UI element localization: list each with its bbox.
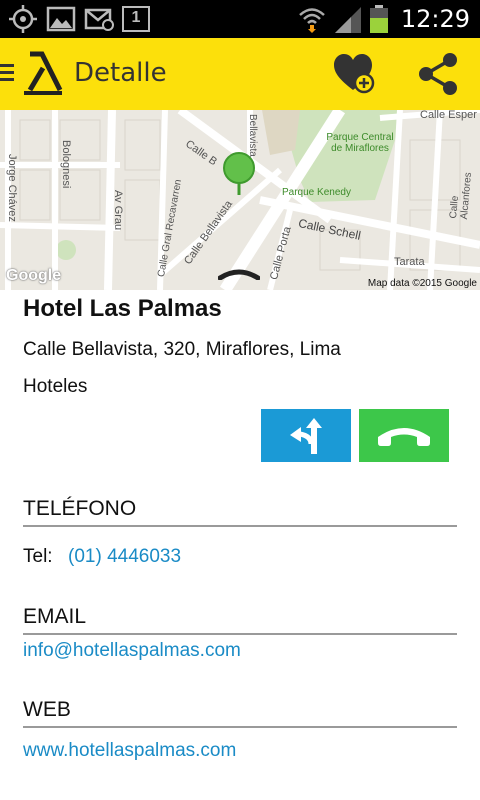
share-icon[interactable] xyxy=(416,52,460,96)
map-street-label: Tarata xyxy=(394,256,425,268)
drawer-menu-icon[interactable] xyxy=(0,62,14,84)
phone-label: Tel: xyxy=(23,546,53,567)
directions-icon xyxy=(290,417,322,454)
map-place-label: Parque Central de Miraflores xyxy=(326,132,394,154)
map-street-label: Jorge Chávez xyxy=(6,154,18,222)
call-button[interactable] xyxy=(359,409,449,462)
add-favorite-heart-icon[interactable] xyxy=(332,52,378,96)
map-street-label: Calle Esper xyxy=(420,110,477,121)
map-street-label: Av Grau xyxy=(112,190,124,231)
status-time: 12:29 xyxy=(400,5,470,33)
map-street-label: Bellavista xyxy=(247,114,258,157)
battery-icon xyxy=(369,5,388,33)
google-logo: Google xyxy=(6,267,62,284)
status-bar: 1 12:29 xyxy=(0,0,480,38)
app-bar: Detalle xyxy=(0,38,480,110)
map-credit: Map data ©2015 Google xyxy=(367,278,477,289)
map-street-label: Bolognesi xyxy=(60,140,72,189)
place-address: Calle Bellavista, 320, Miraflores, Lima xyxy=(23,339,341,360)
page-title: Detalle xyxy=(74,58,167,88)
gps-icon xyxy=(9,5,37,33)
signal-icon xyxy=(334,7,361,33)
calendar-day: 1 xyxy=(131,9,141,26)
calendar-icon: 1 xyxy=(122,6,150,32)
phone-link[interactable]: (01) 4446033 xyxy=(68,546,181,568)
gallery-icon xyxy=(46,6,76,32)
email-section-header: EMAIL xyxy=(23,605,457,635)
place-name: Hotel Las Palmas xyxy=(23,295,222,322)
directions-button[interactable] xyxy=(261,409,351,462)
phone-handset-icon xyxy=(378,427,430,446)
map-place-label: Parque Kenedy xyxy=(282,187,351,198)
email-notification-icon xyxy=(84,8,114,31)
status-bar-system: 12:29 xyxy=(297,0,470,38)
status-bar-notifications: 1 xyxy=(8,4,150,34)
email-link[interactable]: info@hotellaspalmas.com xyxy=(23,640,241,662)
web-link[interactable]: www.hotellaspalmas.com xyxy=(23,740,236,762)
map-view[interactable]: Jorge Chávez Bolognesi Av Grau Calle Gra… xyxy=(0,110,480,290)
wifi-icon xyxy=(298,8,325,33)
phone-section-header: TELÉFONO xyxy=(23,497,457,527)
app-logo-icon[interactable] xyxy=(22,50,64,96)
place-category: Hoteles xyxy=(23,376,88,397)
drag-handle-icon[interactable] xyxy=(218,268,260,280)
map-street-label: Calle Alcanfores xyxy=(448,171,475,220)
web-section-header: WEB xyxy=(23,698,457,728)
